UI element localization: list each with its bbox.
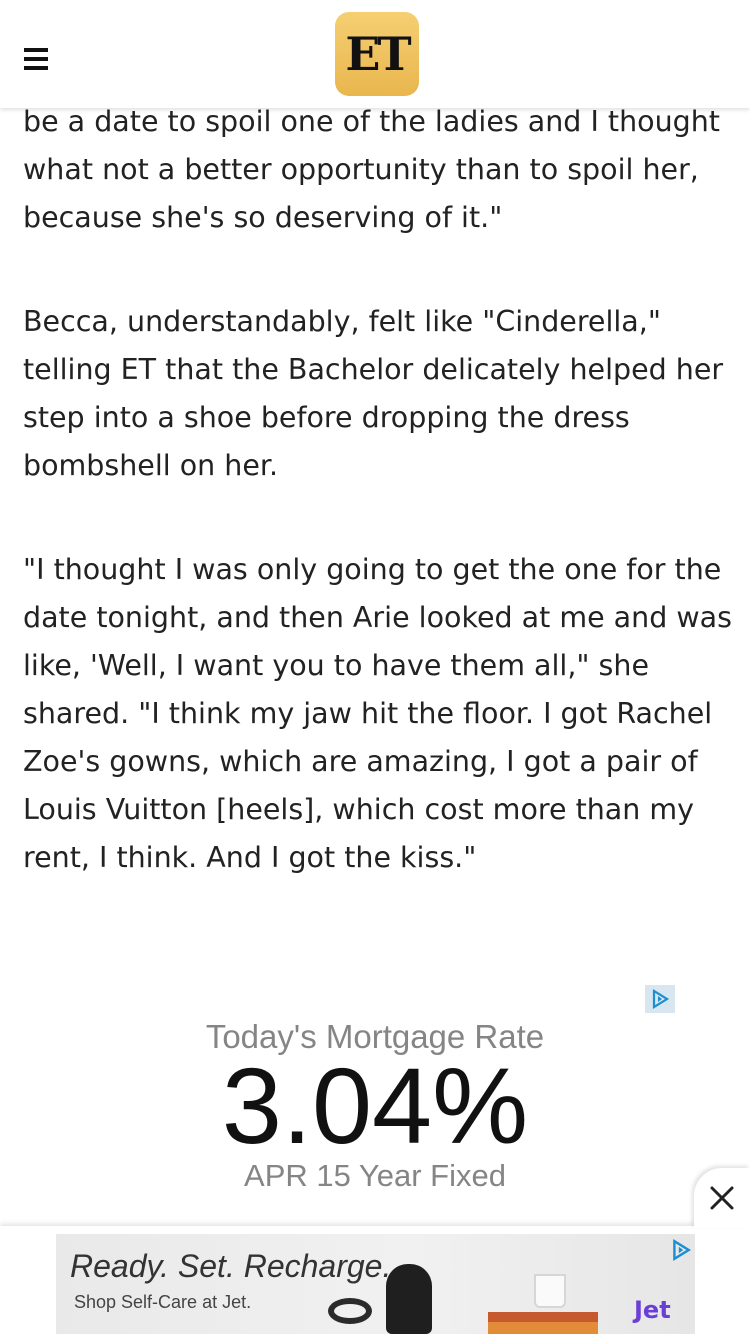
banner-subline: Shop Self-Care at Jet. <box>74 1292 252 1312</box>
earbuds-image <box>328 1298 372 1324</box>
diffuser-image <box>386 1264 432 1334</box>
mortgage-ad-subtitle: APR 15 Year Fixed <box>244 1158 506 1193</box>
jet-banner-ad[interactable]: Ready. Set. Recharge. Shop Self-Care at … <box>56 1234 695 1334</box>
adchoices-icon[interactable] <box>645 985 675 1013</box>
article-body: be a date to spoil one of the ladies and… <box>23 98 733 938</box>
adchoices-icon[interactable] <box>668 1238 694 1262</box>
close-icon <box>710 1186 734 1210</box>
hamburger-menu-icon[interactable] <box>24 48 48 72</box>
et-logo[interactable]: ET <box>335 12 419 96</box>
article-paragraph: Becca, understandably, felt like "Cinder… <box>23 305 724 482</box>
jet-logo-text: Jet <box>634 1296 671 1324</box>
banner-headline: Ready. Set. Recharge. <box>70 1248 392 1284</box>
article-paragraph: be a date to spoil one of the ladies and… <box>23 105 720 234</box>
article-paragraph: "I thought I was only going to get the o… <box>23 553 732 874</box>
close-ad-button[interactable] <box>694 1168 750 1228</box>
jet-logo: Jet <box>634 1296 671 1324</box>
mortgage-ad-rate: 3.04% <box>221 1045 529 1166</box>
books-image <box>488 1312 598 1334</box>
mortgage-ad[interactable]: Today's Mortgage Rate 3.04% APR 15 Year … <box>0 980 750 1210</box>
top-header: ET <box>0 0 750 108</box>
mug-image <box>534 1274 566 1308</box>
